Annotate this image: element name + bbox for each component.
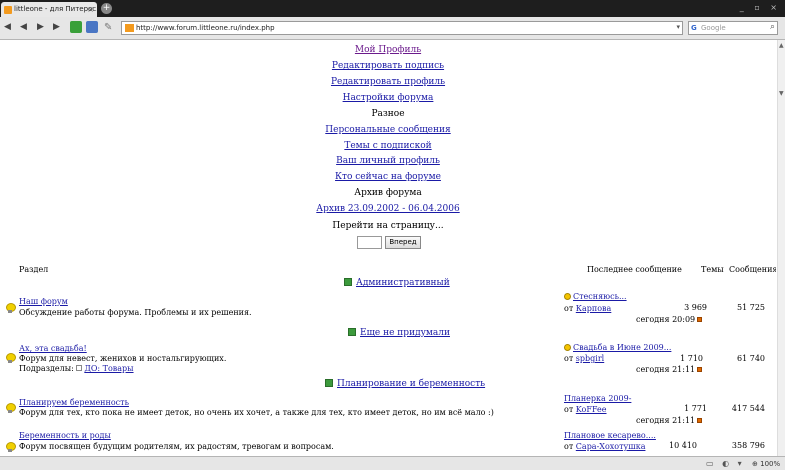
topics-count: 3 969: [684, 303, 707, 312]
scroll-up-icon[interactable]: ▲: [779, 42, 784, 49]
menu-subscribed-topics[interactable]: Темы с подпиской: [344, 141, 431, 151]
new-tab-icon[interactable]: +: [101, 3, 112, 14]
edit-icon[interactable]: ✎: [104, 22, 112, 33]
last-post-title[interactable]: Стесняюсь...: [564, 292, 627, 301]
menu-who-online[interactable]: Кто сейчас на форуме: [335, 172, 441, 182]
last-post-author: от Карпова: [564, 304, 612, 313]
forum-description: Форум посвящен будущим родителям, их рад…: [19, 442, 334, 451]
category-icon: [325, 379, 333, 387]
last-post-author: от Сара-Хохотушка: [564, 442, 646, 451]
menu-edit-signature[interactable]: Редактировать подпись: [332, 61, 444, 71]
search-placeholder: Google: [701, 24, 726, 32]
smiley-icon: [564, 293, 571, 300]
category-icon: [344, 278, 352, 286]
home-icon[interactable]: [86, 21, 98, 33]
zoom-icon: ⊕: [752, 460, 758, 468]
search-icon[interactable]: ⌕: [770, 22, 775, 32]
subforum-icon: [76, 365, 83, 371]
last-post-title[interactable]: Свадьба в Июне 2009...: [564, 343, 671, 352]
header-last-post: Последнее сообщение: [587, 265, 682, 274]
forum-title[interactable]: Беременность и роды: [19, 431, 111, 440]
browser-tab-bar: littleone - для Питерос… × + _ ▫ ×: [0, 0, 785, 17]
address-bar[interactable]: http://www.forum.littleone.ru/index.php …: [121, 21, 683, 35]
vertical-scrollbar[interactable]: ▲ ▼: [777, 40, 785, 456]
last-post-time: сегодня 20:09: [636, 315, 703, 324]
forum-status-bulb-icon: [6, 303, 16, 313]
posts-count: 417 544: [731, 404, 765, 413]
google-icon: G: [691, 24, 697, 32]
status-icons[interactable]: ▭ ◐ ▾: [706, 459, 745, 468]
reload-icon[interactable]: [70, 21, 82, 33]
category-row: Административный: [344, 278, 450, 288]
forum-description: Форум для невест, женихов и ностальгирую…: [19, 354, 227, 363]
forum-description: Обсуждение работы форума. Проблемы и их …: [19, 308, 252, 317]
menu-heading-misc: Разное: [371, 109, 405, 119]
forum-status-bulb-icon: [6, 442, 16, 452]
header-topics: Темы: [701, 265, 724, 274]
category-title[interactable]: Планирование и беременность: [337, 379, 485, 389]
last-post-author: от spbgirl: [564, 354, 605, 363]
fast-forward-icon[interactable]: ▶: [53, 22, 60, 32]
menu-private-messages[interactable]: Персональные сообщения: [325, 125, 450, 135]
browser-toolbar: ◀ ◀ ▶ ▶ ✎ http://www.forum.littleone.ru/…: [0, 17, 785, 40]
window-controls[interactable]: _ ▫ ×: [740, 3, 781, 12]
menu-forum-settings[interactable]: Настройки форума: [343, 93, 434, 103]
posts-count: 61 740: [737, 354, 765, 363]
go-to-post-icon[interactable]: [697, 367, 703, 372]
last-post-time: сегодня 21:11: [636, 416, 703, 425]
topics-count: 1 710: [680, 354, 703, 363]
last-post-time: сегодня 21:11: [636, 365, 703, 374]
menu-archive-link[interactable]: Архив 23.09.2002 - 06.04.2006: [316, 204, 459, 214]
url-favicon-icon: [125, 24, 134, 32]
forum-status-bulb-icon: [6, 403, 16, 413]
chevron-down-icon[interactable]: ▾: [676, 23, 680, 31]
menu-heading-archive: Архив форума: [354, 188, 422, 198]
forum-description: Форум для тех, кто пока не имеет деток, …: [19, 408, 494, 417]
smiley-icon: [564, 344, 571, 351]
go-to-post-icon[interactable]: [697, 418, 703, 423]
topics-count: 1 771: [684, 404, 707, 413]
rewind-icon[interactable]: ◀: [20, 22, 27, 32]
zoom-level[interactable]: ⊕ 100%: [752, 460, 780, 468]
forum-title[interactable]: Планируем беременность: [19, 398, 129, 407]
subforum-link[interactable]: ДО: Товары: [84, 364, 133, 373]
last-post-title[interactable]: Плановое кесарево....: [564, 431, 656, 440]
goto-button[interactable]: Вперед: [385, 236, 421, 249]
forum-title[interactable]: Ах, эта свадьба!: [19, 344, 87, 353]
address-url: http://www.forum.littleone.ru/index.php: [136, 24, 275, 32]
topics-count: 10 410: [669, 441, 697, 450]
search-input[interactable]: G Google ⌕: [688, 21, 778, 35]
posts-count: 51 725: [737, 303, 765, 312]
site-favicon-icon: [4, 6, 12, 14]
tab-title: littleone - для Питерос…: [14, 5, 97, 13]
header-posts: Сообщения: [729, 265, 776, 274]
category-icon: [348, 328, 356, 336]
posts-count: 358 796: [731, 441, 765, 450]
category-title[interactable]: Административный: [356, 278, 450, 288]
category-row: Еще не придумали: [348, 328, 450, 338]
goto-page-input[interactable]: [357, 236, 382, 249]
last-post-author: от KoFFee: [564, 405, 607, 414]
goto-page-label: Перейти на страницу...: [332, 221, 444, 231]
forward-icon[interactable]: ▶: [37, 22, 44, 32]
go-to-post-icon[interactable]: [697, 317, 703, 322]
last-post-title[interactable]: Планерка 2009-: [564, 394, 631, 403]
back-icon[interactable]: ◀: [4, 22, 11, 32]
forum-status-bulb-icon: [6, 353, 16, 363]
browser-tab[interactable]: littleone - для Питерос… ×: [1, 2, 97, 17]
close-tab-icon[interactable]: ×: [87, 5, 94, 14]
header-section: Раздел: [19, 265, 49, 274]
category-title[interactable]: Еще не придумали: [360, 328, 450, 338]
menu-personal-profile[interactable]: Ваш личный профиль: [336, 156, 440, 166]
category-row: Планирование и беременность: [325, 379, 485, 389]
scroll-down-icon[interactable]: ▼: [779, 90, 784, 97]
menu-my-profile[interactable]: Мой Профиль: [355, 45, 421, 55]
status-bar: ▭ ◐ ▾ ⊕ 100%: [0, 456, 785, 470]
forum-page: Мой Профиль Редактировать подпись Редакт…: [0, 40, 776, 456]
forum-title[interactable]: Наш форум: [19, 297, 68, 306]
menu-edit-profile[interactable]: Редактировать профиль: [331, 77, 445, 87]
subforums: Подразделы: ДО: Товары: [19, 364, 134, 373]
